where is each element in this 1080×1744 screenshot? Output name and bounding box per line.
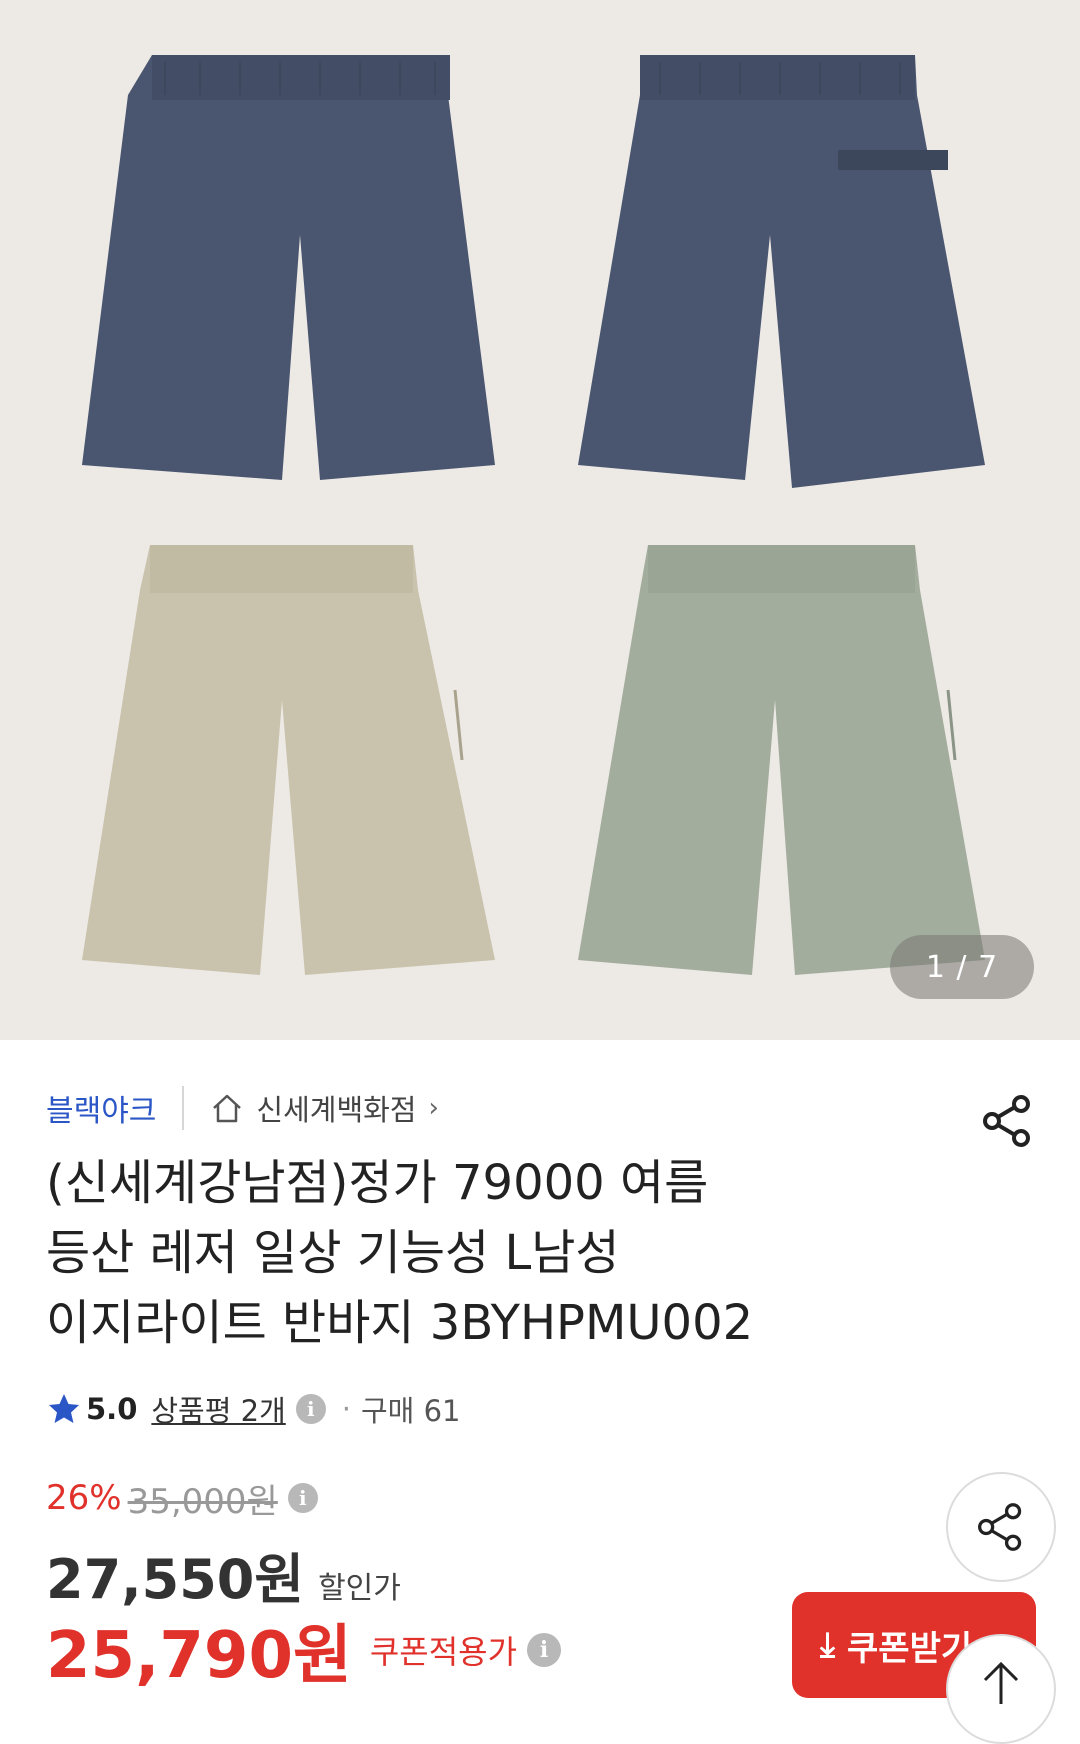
- shorts-navy-front: [82, 55, 495, 480]
- purchase-count: 구매 61: [360, 1394, 461, 1428]
- discount-percent: 26%: [46, 1478, 122, 1518]
- sale-price: 27,550원: [46, 1548, 305, 1611]
- separator-dot: ·: [341, 1392, 351, 1426]
- coupon-price: 25,790원: [46, 1619, 352, 1693]
- sale-price-label: 할인가: [318, 1571, 401, 1606]
- title-line: (신세계강남점)정가 79000 여름: [46, 1155, 709, 1211]
- shorts-beige-front: [82, 545, 495, 975]
- coupon-price-label: 쿠폰적용가: [369, 1633, 518, 1671]
- product-image-gallery[interactable]: 1 / 7: [0, 0, 1080, 1040]
- info-icon[interactable]: i: [527, 1633, 562, 1667]
- info-icon[interactable]: i: [295, 1394, 326, 1424]
- info-icon[interactable]: i: [287, 1483, 318, 1513]
- store-link[interactable]: 신세계백화점 ›: [210, 1087, 439, 1129]
- shorts-navy-back: [578, 55, 985, 488]
- rating-row: 5.0 상품평 2개 i · 구매 61: [46, 1388, 460, 1430]
- store-name: 신세계백화점: [256, 1093, 417, 1127]
- brand-link[interactable]: 블랙야크: [46, 1086, 156, 1130]
- share-icon: [978, 1503, 1022, 1551]
- product-title: (신세계강남점)정가 79000 여름 등산 레저 일상 기능성 L남성 이지라…: [46, 1148, 946, 1358]
- product-image: [82, 55, 985, 975]
- home-icon: [213, 1094, 242, 1123]
- divider: [182, 1086, 185, 1130]
- arrow-up-icon: [983, 1661, 1019, 1704]
- original-price: 35,000원: [127, 1481, 278, 1522]
- sale-price-row: 27,550원 할인가: [46, 1535, 401, 1611]
- share-icon[interactable]: [980, 1093, 1036, 1149]
- coupon-price-row: 25,790원 쿠폰적용가 i: [46, 1610, 562, 1693]
- download-icon: ⤓: [820, 1625, 836, 1665]
- scroll-top-button[interactable]: [946, 1634, 1056, 1744]
- rating-score: 5.0: [86, 1392, 138, 1426]
- review-link[interactable]: 상품평 2개: [151, 1388, 285, 1430]
- title-line: 등산 레저 일상 기능성 L남성: [46, 1225, 620, 1281]
- shorts-sage-front: [578, 545, 985, 975]
- discount-row: 26% 35,000원 i: [46, 1476, 318, 1522]
- share-button[interactable]: [946, 1472, 1056, 1582]
- chevron-right-icon: ›: [428, 1093, 439, 1123]
- brand-store-row: 블랙야크 신세계백화점 ›: [46, 1083, 439, 1133]
- image-counter: 1 / 7: [890, 935, 1034, 999]
- title-line: 이지라이트 반바지 3BYHPMU002: [46, 1295, 754, 1351]
- star-icon: [49, 1394, 79, 1423]
